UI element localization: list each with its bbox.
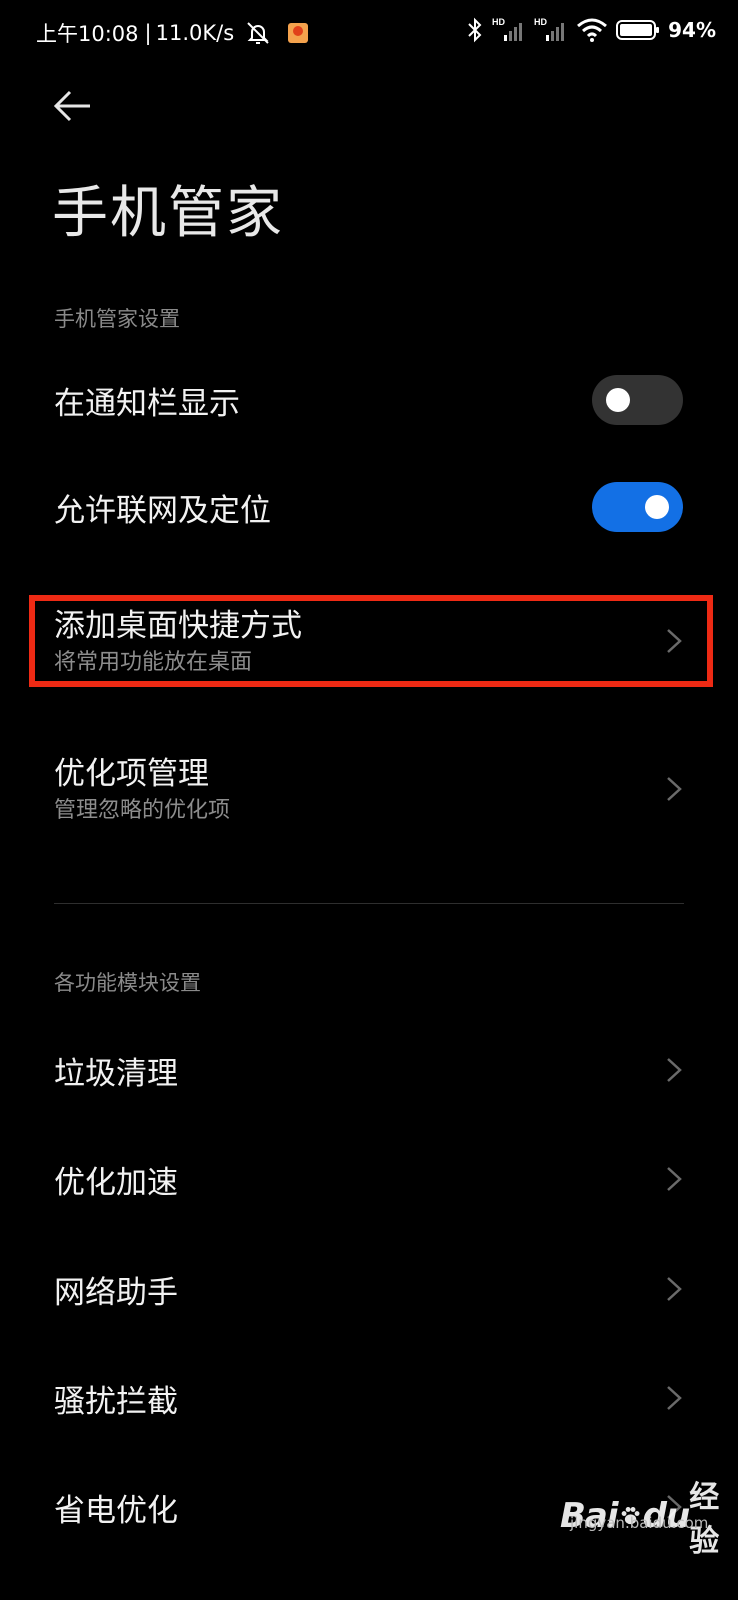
module-label: 垃圾清理 (54, 1056, 178, 1092)
wifi-icon (577, 18, 608, 42)
hd-label-1: HD (492, 17, 505, 27)
notification-toggle[interactable] (592, 375, 683, 425)
toggle-knob (645, 495, 669, 519)
highlight-annotation-box (29, 595, 713, 687)
status-net-speed: 11.0K/s (155, 21, 235, 45)
mute-bell-icon (247, 22, 269, 44)
status-bar-right: HD HD 94% (466, 16, 716, 44)
chevron-right-icon (667, 1058, 682, 1082)
section-header-settings: 手机管家设置 (54, 307, 180, 331)
module-item-junk-clean[interactable]: 垃圾清理 (0, 1040, 738, 1100)
battery-icon (616, 20, 660, 40)
app-notification-icon (288, 23, 309, 43)
setting-allow-network-location[interactable]: 允许联网及定位 (0, 477, 738, 537)
watermark-url: jingyan.baidu.com (570, 1514, 709, 1532)
section-divider (54, 903, 684, 904)
status-bar-left: 上午10:08 | 11.0K/s (36, 18, 309, 48)
module-item-harassment-block[interactable]: 骚扰拦截 (0, 1368, 738, 1428)
chevron-right-icon (667, 777, 682, 801)
setting-show-in-notification[interactable]: 在通知栏显示 (0, 370, 738, 430)
page-title: 手机管家 (52, 181, 284, 246)
section-header-modules: 各功能模块设置 (54, 971, 201, 995)
signal-2-icon: HD (534, 17, 565, 41)
baidu-watermark: Bai du 经验 jingyan.baidu.com (560, 1472, 738, 1560)
module-label: 省电优化 (54, 1493, 178, 1529)
setting-label: 在通知栏显示 (54, 386, 240, 422)
module-label: 网络助手 (54, 1275, 178, 1311)
signal-1-icon: HD (492, 17, 523, 41)
chevron-right-icon (667, 1386, 682, 1410)
chevron-right-icon (667, 1167, 682, 1191)
setting-optimization-manage[interactable]: 优化项管理 管理忽略的优化项 (0, 748, 738, 828)
bluetooth-icon (468, 17, 482, 43)
battery-percent: 94% (668, 18, 716, 42)
module-item-network-assistant[interactable]: 网络助手 (0, 1259, 738, 1319)
hd-label-2: HD (534, 17, 547, 27)
network-location-toggle[interactable] (592, 482, 683, 532)
status-bar: 上午10:08 | 11.0K/s HD HD 94% (0, 0, 738, 66)
chevron-right-icon (667, 1277, 682, 1301)
module-item-speed-up[interactable]: 优化加速 (0, 1149, 738, 1209)
module-label: 骚扰拦截 (54, 1384, 178, 1420)
status-time: 上午10:08 (36, 22, 139, 46)
setting-label: 允许联网及定位 (54, 493, 271, 529)
setting-sublabel: 管理忽略的优化项 (54, 798, 231, 823)
back-arrow-icon[interactable] (50, 84, 94, 128)
toggle-knob (606, 388, 630, 412)
module-label: 优化加速 (54, 1165, 178, 1201)
status-separator: | (144, 21, 152, 45)
setting-label: 优化项管理 (54, 756, 209, 792)
